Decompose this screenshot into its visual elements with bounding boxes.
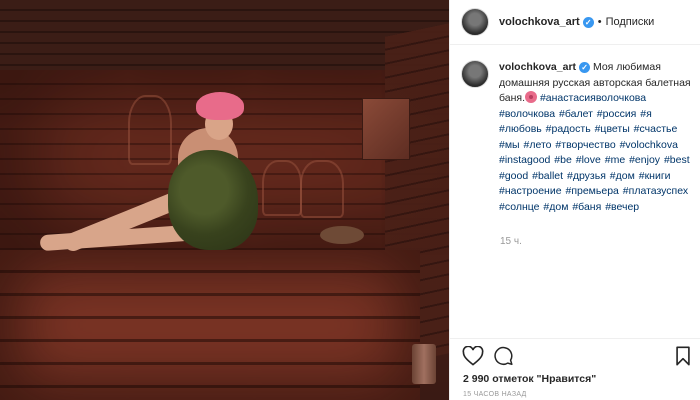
wall-carving: [262, 160, 302, 216]
comment-icon[interactable]: [493, 346, 514, 366]
flower-emoji-icon: [525, 91, 538, 103]
post-photo[interactable]: [0, 0, 449, 400]
comment-timestamp: 15 ч.: [500, 236, 522, 247]
caption-username[interactable]: volochkova_art: [499, 61, 576, 73]
wall-carving: [300, 160, 344, 218]
likes-count[interactable]: 2 990 отметок "Нравится": [463, 373, 596, 385]
sauna-bench: [0, 250, 420, 400]
wall-lamp-box: [362, 98, 410, 160]
caption-text: volochkova_art ✓ Моя любимая домашняя рус…: [499, 60, 693, 215]
bundle-on-bench: [320, 226, 364, 244]
birch-broom: [168, 150, 258, 250]
header-username[interactable]: volochkova_art: [499, 16, 580, 28]
verified-badge-icon: ✓: [582, 16, 594, 28]
caption-avatar[interactable]: [461, 60, 489, 88]
following-button[interactable]: Подписки: [606, 16, 655, 28]
wall-carving: [128, 95, 172, 165]
post-side-panel: volochkova_art ✓ • Подписки volochkova_a…: [449, 0, 700, 400]
post-caption: volochkova_art ✓ Моя любимая домашняя рус…: [461, 60, 693, 215]
wooden-bucket: [412, 344, 436, 384]
verified-badge-icon: ✓: [579, 62, 591, 73]
bookmark-icon[interactable]: [675, 346, 691, 366]
flower-hat: [196, 92, 244, 120]
heart-icon[interactable]: [462, 346, 484, 366]
caption-hashtags[interactable]: #анастасияволочкова #волочкова #балет #р…: [499, 92, 690, 213]
avatar[interactable]: [461, 8, 489, 36]
action-bar: [450, 338, 700, 368]
separator-dot: •: [597, 16, 602, 28]
post-date[interactable]: 15 ЧАСОВ НАЗАД: [463, 391, 527, 398]
post-header: volochkova_art ✓ • Подписки: [450, 0, 700, 45]
sauna-ceiling: [0, 0, 449, 70]
